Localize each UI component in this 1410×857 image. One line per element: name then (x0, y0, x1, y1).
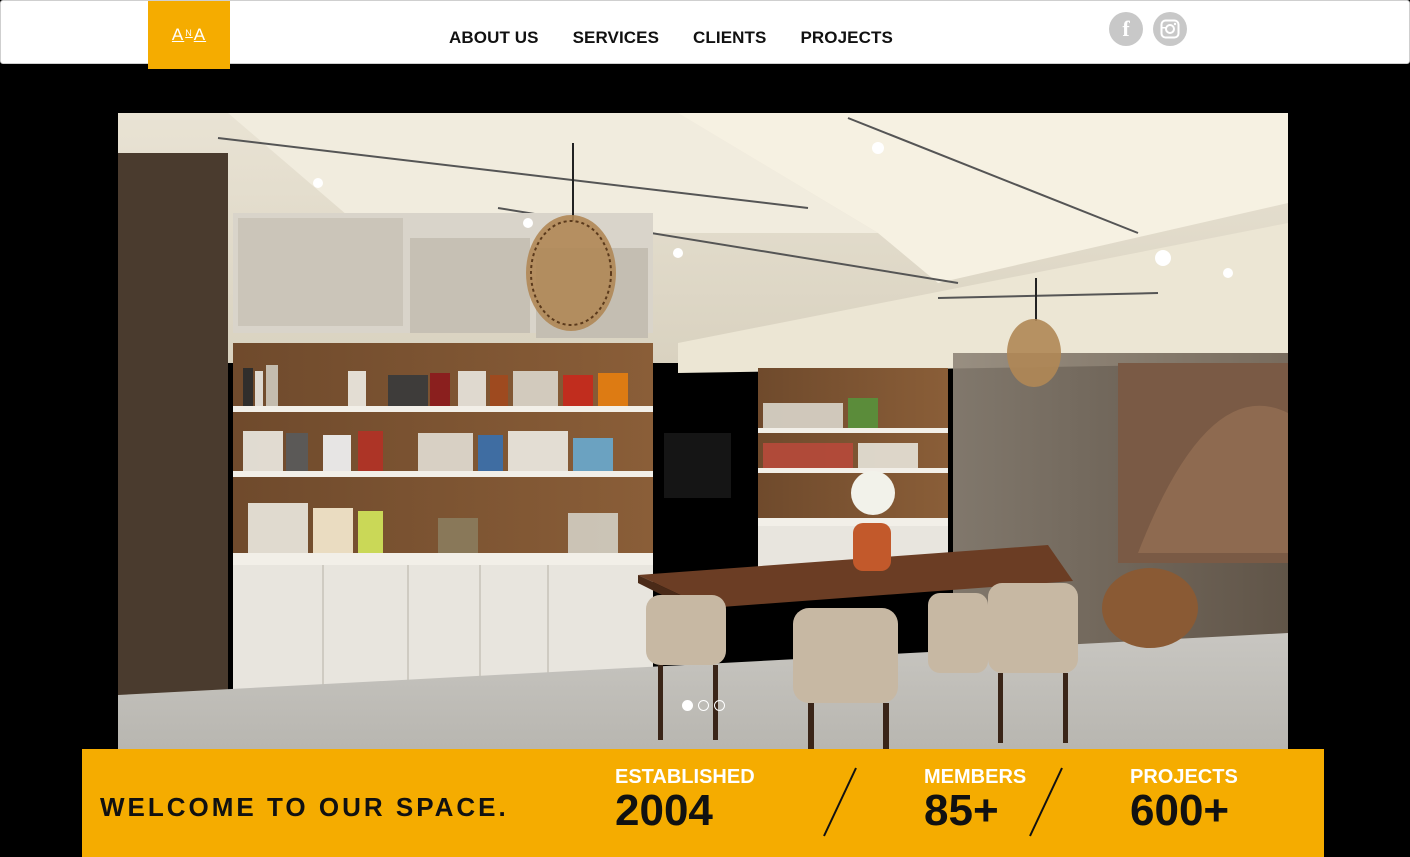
stat-established-value: 2004 (615, 786, 713, 835)
nav-clients[interactable]: CLIENTS (693, 28, 766, 48)
instagram-icon[interactable] (1153, 12, 1187, 46)
slider-dot-1[interactable] (682, 700, 693, 711)
main-nav: ABOUT US SERVICES CLIENTS PROJECTS (449, 28, 893, 48)
logo[interactable]: A N A (148, 1, 230, 69)
logo-letter: A (171, 25, 185, 44)
divider-slash (1029, 767, 1063, 837)
logo-letter: N (185, 28, 193, 38)
slider-dots (682, 700, 725, 711)
hero-slider-image[interactable] (118, 113, 1288, 749)
slider-dot-3[interactable] (714, 700, 725, 711)
facebook-icon[interactable]: f (1109, 12, 1143, 46)
slider-dot-2[interactable] (698, 700, 709, 711)
stat-projects-value: 600+ (1130, 786, 1230, 835)
stat-members-value: 85+ (924, 786, 999, 835)
nav-projects[interactable]: PROJECTS (800, 28, 892, 48)
instagram-glyph (1160, 19, 1180, 39)
logo-letter: A (193, 25, 207, 44)
welcome-heading: WELCOME TO OUR SPACE. (100, 792, 509, 822)
divider-slash (823, 767, 857, 837)
nav-services[interactable]: SERVICES (573, 28, 659, 48)
nav-about-us[interactable]: ABOUT US (449, 28, 539, 48)
office-interior-photo (118, 113, 1288, 749)
